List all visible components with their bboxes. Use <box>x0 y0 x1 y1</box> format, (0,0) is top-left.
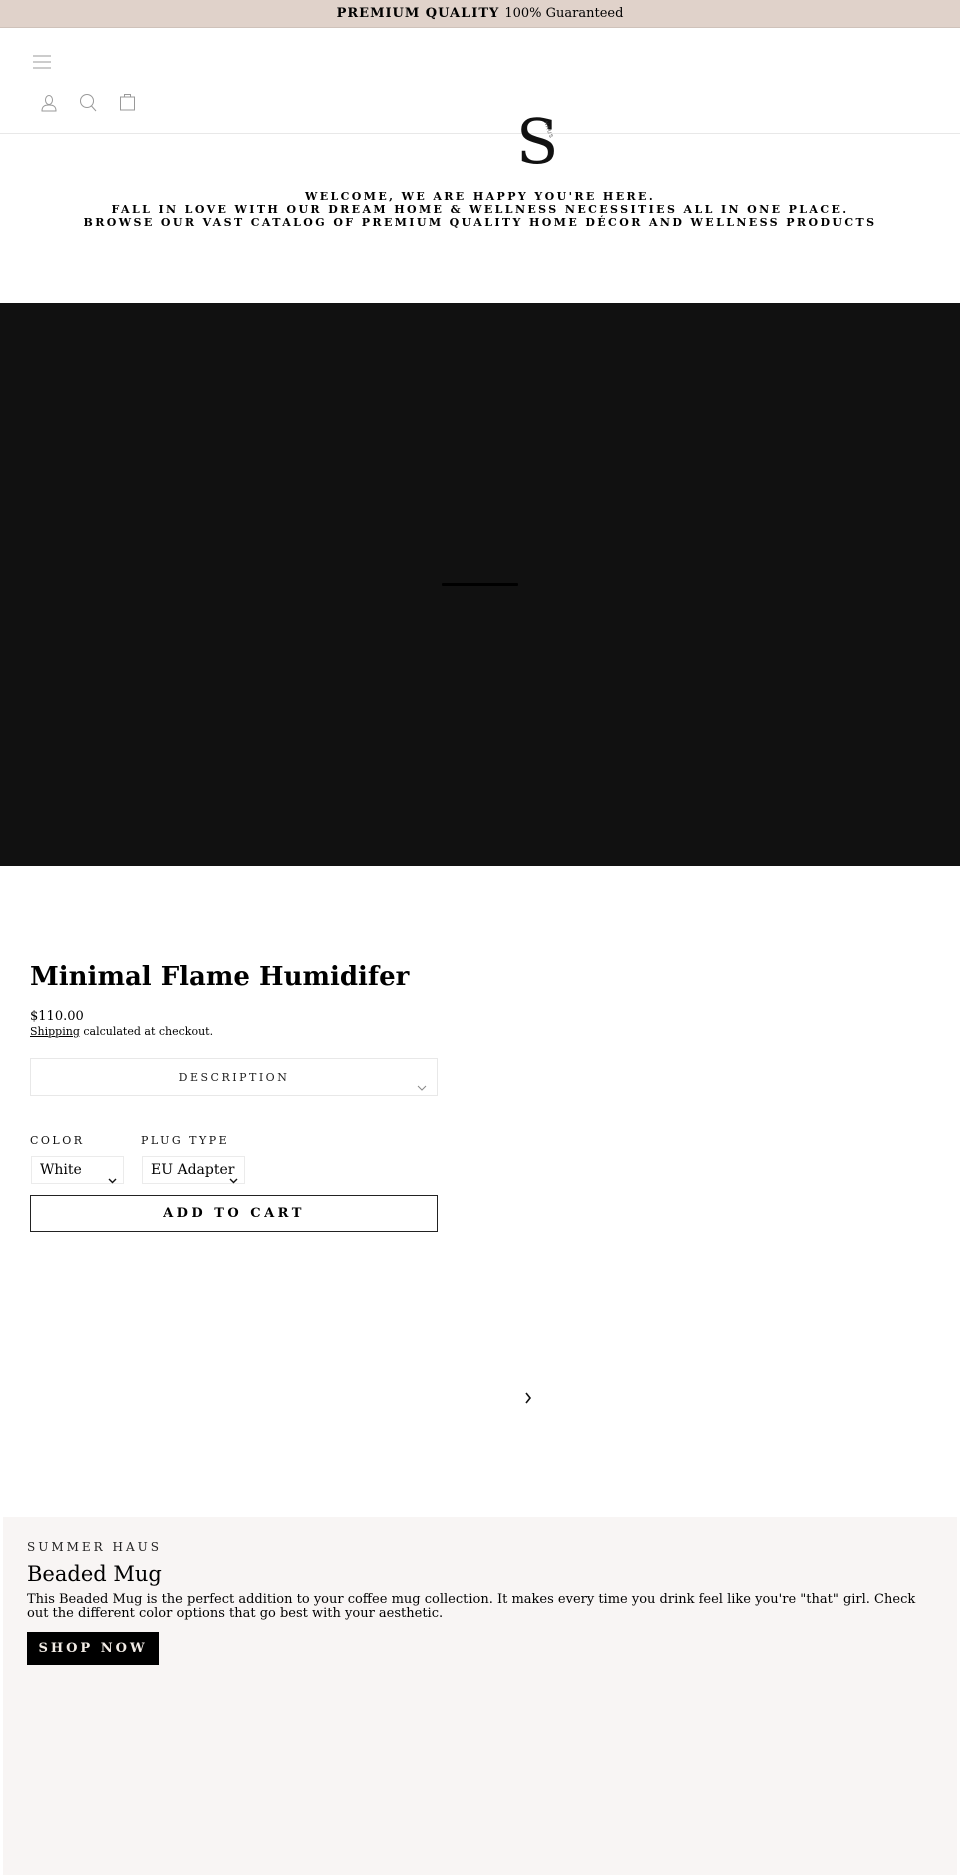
chevron-down-icon <box>229 1167 238 1193</box>
promo-text: This Beaded Mug is the perfect addition … <box>27 1592 916 1621</box>
search-icon[interactable] <box>79 93 97 112</box>
account-icon[interactable] <box>40 94 58 112</box>
chevron-down-icon <box>417 1076 427 1095</box>
description-toggle[interactable]: DESCRIPTION <box>30 1058 438 1096</box>
welcome-line: FALL IN LOVE WITH OUR DREAM HOME & WELLN… <box>111 203 849 216</box>
logo-letter: S <box>516 108 558 170</box>
menu-icon[interactable] <box>32 54 52 70</box>
promo-subtitle: SUMMER HAUS <box>27 1540 162 1554</box>
product-title: Minimal Flame Humidifer <box>30 962 410 992</box>
shipping-note: Shipping calculated at checkout. <box>30 1025 438 1039</box>
add-to-cart-button[interactable]: ADD TO CART <box>30 1195 438 1232</box>
shipping-text: calculated at checkout. <box>79 1025 214 1038</box>
color-select-value: White <box>40 1162 82 1178</box>
product-price: $110.00 <box>30 1009 84 1024</box>
shipping-link[interactable]: Shipping <box>30 1025 80 1038</box>
featured-promo: SUMMER HAUS Beaded Mug This Beaded Mug i… <box>3 1517 957 1875</box>
announcement-bar: PREMIUM QUALITY 100% Guaranteed <box>0 0 960 28</box>
site-header <box>0 28 960 134</box>
welcome-line: BROWSE OUR VAST CATALOG OF PREMIUM QUALI… <box>83 216 877 229</box>
welcome-line: WELCOME, WE ARE HAPPY YOU'RE HERE. <box>304 190 656 203</box>
shop-now-button[interactable]: SHOP NOW <box>27 1632 159 1665</box>
welcome-message: WELCOME, WE ARE HAPPY YOU'RE HERE. FALL … <box>0 190 960 229</box>
announcement-strong: PREMIUM QUALITY <box>336 6 500 21</box>
chevron-right-icon[interactable] <box>524 1389 532 1408</box>
color-label: COLOR <box>30 1134 85 1147</box>
loading-bar <box>442 583 518 586</box>
product-info: Minimal Flame Humidifer $110.00 Shipping… <box>30 960 438 1039</box>
plug-type-select-value: EU Adapter <box>151 1162 235 1178</box>
description-label: DESCRIPTION <box>178 1071 290 1084</box>
color-select[interactable]: White <box>31 1156 124 1184</box>
announcement-text: 100% Guaranteed <box>504 6 624 21</box>
promo-title: Beaded Mug <box>27 1562 162 1586</box>
plug-type-label: PLUG TYPE <box>141 1134 230 1147</box>
cart-icon[interactable] <box>119 92 136 111</box>
chevron-down-icon <box>108 1167 117 1193</box>
plug-type-select[interactable]: EU Adapter <box>142 1156 245 1184</box>
site-logo[interactable]: S HAUS <box>510 105 562 178</box>
product-media <box>0 303 960 866</box>
